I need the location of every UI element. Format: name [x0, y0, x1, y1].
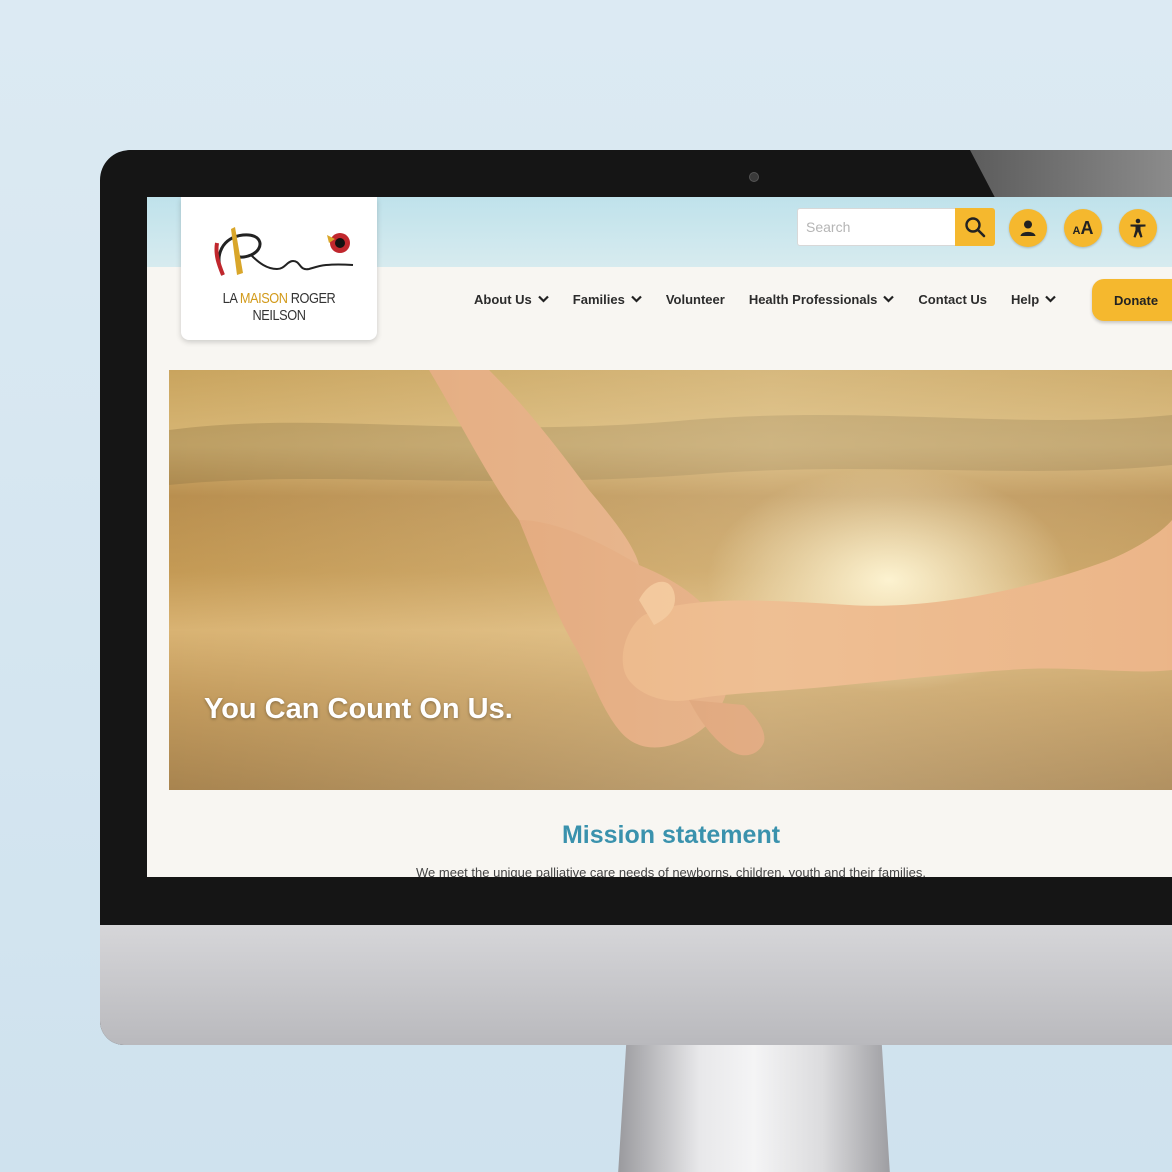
search-button[interactable] — [955, 208, 995, 246]
main-nav: About Us Families Volunteer Health Profe… — [474, 287, 1080, 311]
logo-wordmark: LA MAISON ROGER NEILSON — [196, 290, 363, 324]
accessibility-button[interactable] — [1119, 209, 1157, 247]
search-input[interactable] — [797, 208, 955, 246]
text-size-icon: AA — [1073, 218, 1094, 239]
scene: LA MAISON ROGER NEILSON AA — [0, 0, 1172, 1172]
nav-item-label: About Us — [474, 291, 532, 307]
search-icon — [965, 217, 986, 238]
logo-signature-icon — [214, 227, 354, 276]
user-icon — [1020, 220, 1036, 236]
logo-highlight: MAISON — [239, 290, 288, 307]
chevron-down-icon — [631, 295, 642, 303]
chevron-down-icon — [1045, 295, 1056, 303]
nav-item-families[interactable]: Families — [573, 287, 642, 311]
account-button[interactable] — [1009, 209, 1047, 247]
site-logo[interactable]: LA MAISON ROGER NEILSON — [181, 197, 377, 340]
monitor-stand — [618, 1045, 890, 1172]
hero-light-overlay — [169, 370, 1172, 790]
chevron-down-icon — [883, 295, 895, 303]
hero-banner: You Can Count On Us. — [169, 370, 1172, 790]
screen-glare — [970, 150, 1172, 198]
donate-label: Donate — [1114, 292, 1159, 308]
accessibility-icon — [1130, 218, 1146, 238]
nav-item-help[interactable]: Help — [1011, 287, 1056, 311]
donate-button[interactable]: Donate — [1092, 279, 1172, 321]
nav-item-label: Health Professionals — [748, 291, 878, 307]
search-bar — [797, 208, 995, 248]
nav-item-label: Families — [572, 291, 625, 307]
nav-item-label: Contact Us — [918, 291, 988, 307]
logo-prefix: LA — [222, 290, 237, 307]
nav-item-health-professionals[interactable]: Health Professionals — [749, 287, 895, 311]
nav-item-label: Volunteer — [665, 291, 725, 307]
nav-item-contact-us[interactable]: Contact Us — [918, 287, 987, 311]
text-size-button[interactable]: AA — [1064, 209, 1102, 247]
monitor-chin — [100, 925, 1172, 1045]
camera-dot — [750, 173, 758, 181]
mission-text: We meet the unique palliative care needs… — [416, 865, 926, 877]
nav-item-about-us[interactable]: About Us — [474, 287, 549, 311]
nav-item-label: Help — [1011, 291, 1040, 307]
text-size-large: A — [1080, 217, 1094, 238]
browser-screen: LA MAISON ROGER NEILSON AA — [147, 197, 1172, 877]
hero-title: You Can Count On Us. — [204, 693, 513, 725]
mission-title: Mission statement — [561, 821, 781, 849]
nav-item-volunteer[interactable]: Volunteer — [666, 287, 725, 311]
chevron-down-icon — [538, 295, 549, 303]
